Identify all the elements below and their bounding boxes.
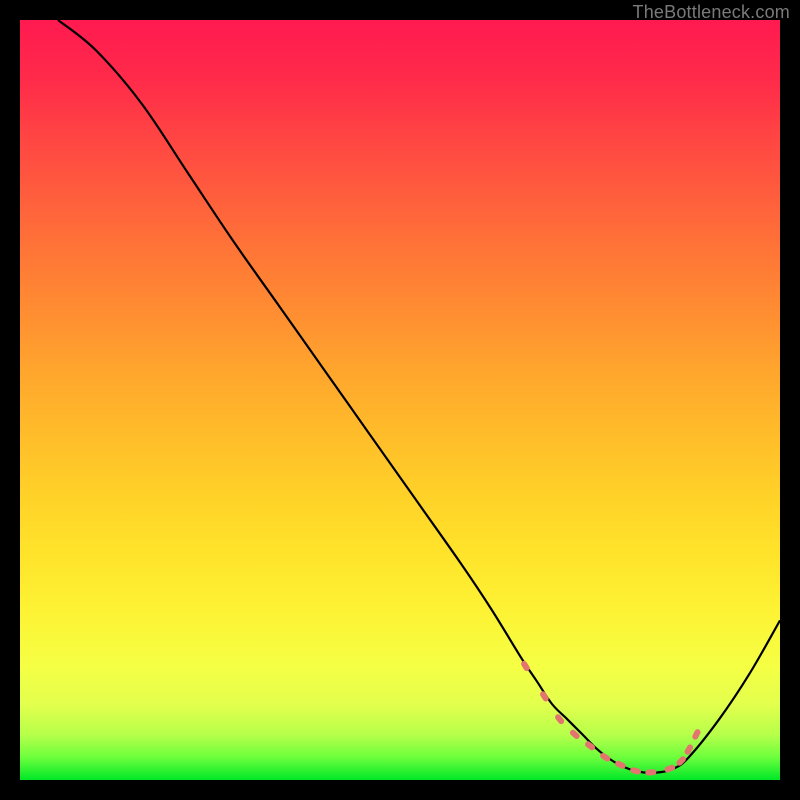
marker-dot (630, 767, 642, 775)
plot-area (20, 20, 780, 780)
chart-stage: TheBottleneck.com (0, 0, 800, 800)
chart-svg (20, 20, 780, 780)
curve-line (58, 20, 780, 773)
marker-dot (691, 728, 701, 741)
marker-group (520, 660, 702, 776)
marker-dot (645, 769, 656, 776)
